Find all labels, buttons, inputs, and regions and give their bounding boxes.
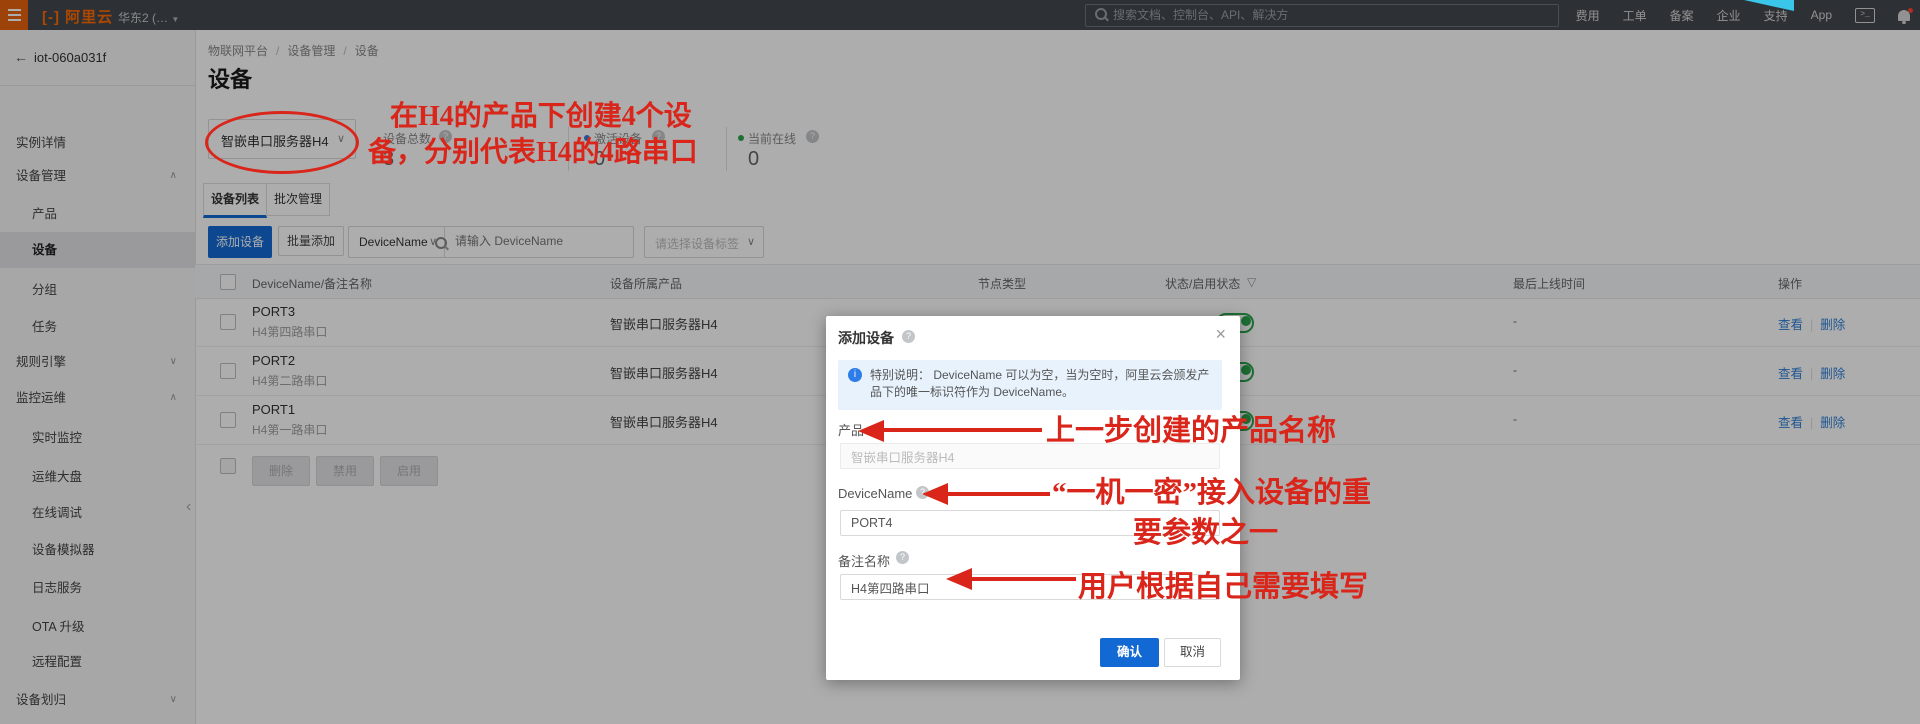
annotation-arrow-product [858, 420, 884, 442]
modal-title: 添加设备 [838, 328, 894, 348]
annotation-devicename-note-line2: 要参数之一 [1133, 517, 1278, 550]
notice-text: 特别说明： DeviceName 可以为空，当为空时，阿里云会颁发产品下的唯一标… [870, 367, 1212, 401]
help-icon[interactable]: ? [902, 330, 915, 343]
annotation-devicename-note-line1: “一机一密”接入设备的重 [1052, 477, 1371, 510]
cancel-button[interactable]: 取消 [1164, 638, 1221, 667]
annotation-top-note-line2: 备，分别代表H4的4路串口 [368, 137, 698, 169]
annotation-arrow-line [972, 577, 1076, 581]
help-icon[interactable]: ? [896, 551, 909, 564]
close-icon[interactable]: × [1215, 324, 1226, 345]
remark-label: 备注名称 [838, 551, 890, 570]
info-icon: i [848, 368, 862, 382]
annotation-product-note: 上一步创建的产品名称 [1046, 415, 1336, 448]
annotation-ellipse [205, 111, 359, 174]
annotation-arrow-line [884, 428, 1042, 432]
annotation-remark-note: 用户根据自己需要填写 [1078, 571, 1368, 604]
annotation-arrow-devicename [922, 483, 948, 505]
modal-notice: i 特别说明： DeviceName 可以为空，当为空时，阿里云会颁发产品下的唯… [838, 360, 1222, 410]
cyan-pointer-icon [1744, 0, 1794, 11]
annotation-arrow-remark [946, 568, 972, 590]
confirm-button[interactable]: 确认 [1100, 638, 1159, 667]
annotation-arrow-line [948, 492, 1050, 496]
annotation-top-note-line1: 在H4的产品下创建4个设 [390, 101, 692, 133]
screen: [-] 阿里云 华东2 (… ▼ 搜索文档、控制台、API、解决方 费用 工单 … [0, 0, 1920, 724]
devicename-label: DeviceName [838, 486, 912, 501]
